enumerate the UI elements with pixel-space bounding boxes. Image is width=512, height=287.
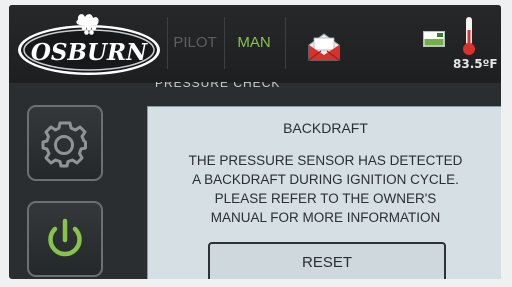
- dialog-message-line: PLEASE REFER TO THE OWNER'S: [214, 191, 437, 206]
- background-screen-title-text: PRESSURE CHECK: [155, 82, 281, 90]
- dialog-message: THE PRESSURE SENSOR HAS DETECTED A BACKD…: [150, 151, 501, 227]
- pilot-mode-indicator[interactable]: PILOT: [167, 17, 222, 69]
- device-chip-icon[interactable]: [423, 31, 445, 47]
- backdraft-alert-dialog: BACKDRAFT THE PRESSURE SENSOR HAS DETECT…: [147, 106, 501, 279]
- mail-alert-icon[interactable]: [305, 31, 343, 63]
- power-button[interactable]: [27, 201, 103, 277]
- logo-text: OSBURN: [31, 39, 148, 66]
- reset-button[interactable]: RESET: [208, 242, 446, 279]
- osburn-logo: OSBURN: [18, 14, 160, 75]
- status-divider: [285, 17, 286, 69]
- status-bar: OSBURN PILOT MAN 83.5ºF: [9, 5, 501, 83]
- dialog-message-line: THE PRESSURE SENSOR HAS DETECTED: [188, 153, 463, 168]
- dialog-message-line: A BACKDRAFT DURING IGNITION CYCLE.: [192, 172, 459, 187]
- touch-screen: OSBURN PILOT MAN 83.5ºF PRESSURE CHECK B…: [9, 5, 501, 279]
- gear-icon: [41, 121, 87, 168]
- dialog-title: BACKDRAFT: [283, 120, 368, 136]
- settings-button[interactable]: [27, 105, 103, 181]
- temperature-readout: 83.5ºF: [453, 57, 498, 71]
- dialog-message-line: MANUAL FOR MORE INFORMATION: [210, 210, 441, 225]
- background-screen-title: PRESSURE CHECK: [155, 82, 355, 90]
- thermometer-icon: [463, 17, 475, 55]
- power-icon: [48, 218, 82, 257]
- manual-mode-indicator[interactable]: MAN: [224, 17, 283, 69]
